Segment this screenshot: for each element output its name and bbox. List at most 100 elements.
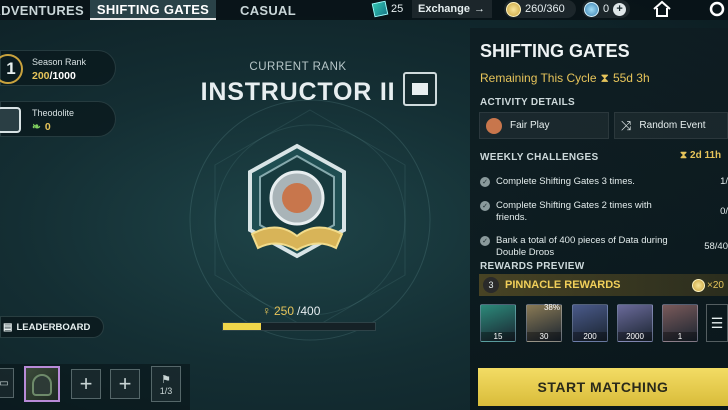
tab-adventures[interactable]: ADVENTURES <box>0 0 88 20</box>
chat-icon[interactable]: ▭ <box>0 368 14 398</box>
rewards-preview-heading: REWARDS PREVIEW <box>480 261 585 272</box>
theodolite-icon <box>0 107 21 133</box>
season-rank-badge: 1 <box>0 54 23 84</box>
leaf-icon: ❧ <box>32 121 41 133</box>
panel-title: SHIFTING GATES <box>480 41 630 61</box>
instructor-rank-emblem <box>248 143 346 259</box>
check-icon: ✓ <box>480 236 490 246</box>
check-icon: ✓ <box>480 201 490 211</box>
theodolite-widget[interactable]: Theodolite ❧ 0 <box>0 101 116 137</box>
coin-icon <box>692 278 706 292</box>
helmet-icon <box>32 374 52 396</box>
rank-progress-max: /400 <box>297 304 321 318</box>
remaining-time: 55d 3h <box>612 71 650 85</box>
challenge-progress: 58/40 <box>704 241 728 252</box>
gem-icon <box>584 1 599 17</box>
season-rank-max: /1000 <box>49 70 76 82</box>
challenge-text: Complete Shifting Gates 3 times. <box>496 176 635 187</box>
gem-count: 0 <box>603 3 610 15</box>
season-rank-progress: 200/1000 <box>32 70 76 82</box>
hourglass-icon: ⧗ <box>680 150 688 161</box>
reward-count: 200 <box>573 332 607 341</box>
exchange-label: Exchange <box>418 3 470 15</box>
challenge-text: Complete Shifting Gates 2 times with fri… <box>496 200 652 223</box>
tab-shifting-gates[interactable]: SHIFTING GATES <box>90 0 216 20</box>
arrow-right-icon: → <box>473 3 485 15</box>
party-size-label: 1/3 <box>159 385 173 396</box>
add-gems-icon[interactable]: + <box>613 2 627 16</box>
coin-icon <box>506 1 521 17</box>
pinnacle-multiplier: ×20 <box>692 278 724 292</box>
card-icon <box>371 0 389 18</box>
pinnacle-rank-badge: 3 <box>483 277 499 293</box>
party-leader-avatar[interactable] <box>24 366 60 402</box>
check-icon: ✓ <box>480 177 490 187</box>
reward-count: 2000 <box>618 332 652 341</box>
theodolite-value: 0 <box>44 121 51 133</box>
weekly-time: 2d 11h <box>690 150 722 161</box>
leaderboard-button[interactable]: ▤ LEADERBOARD <box>0 316 104 338</box>
hourglass-icon: ⧗ <box>600 71 609 85</box>
activity-details-heading: ACTIVITY DETAILS <box>480 97 575 108</box>
exchange-button[interactable]: Exchange → <box>412 0 492 18</box>
rank-progress-bar <box>222 322 376 331</box>
rank-title: INSTRUCTOR II <box>200 78 396 106</box>
theodolite-amount: ❧ 0 <box>32 121 51 133</box>
reward-item[interactable]: 2000 <box>617 304 653 342</box>
challenge-text: Bank a total of 400 pieces of Data durin… <box>496 235 668 255</box>
gem-currency: 0 + <box>582 0 630 18</box>
reward-badge: 38% <box>543 303 560 312</box>
challenge-row: ✓ Complete Shifting Gates 2 times with f… <box>480 200 728 224</box>
home-icon[interactable] <box>652 0 672 18</box>
rank-progress-current: 250 <box>274 304 295 318</box>
tab-casual[interactable]: CASUAL <box>240 0 300 20</box>
reward-count: 1 <box>663 332 697 341</box>
theodolite-label: Theodolite <box>32 108 75 118</box>
challenge-progress: 0/ <box>720 206 728 217</box>
leaderboard-icon: ▤ <box>3 321 13 333</box>
pinnacle-rewards-bar[interactable]: 3 PINNACLE REWARDS ×20 <box>479 274 728 296</box>
leaderboard-label: LEADERBOARD <box>16 321 91 333</box>
card-currency: 25 <box>371 0 404 18</box>
flag-icon: ⚑ <box>161 373 171 386</box>
rank-progress-fill <box>223 323 261 330</box>
coin-count: 260/360 <box>525 3 565 15</box>
settings-gear-icon[interactable] <box>706 0 728 18</box>
reward-item[interactable]: 38% 30 <box>526 303 562 342</box>
more-rewards-icon[interactable]: ☰ <box>706 304 728 342</box>
invite-slot-2-button[interactable]: + <box>110 369 140 399</box>
scales-icon <box>486 117 502 134</box>
shuffle-icon: ⤨ <box>621 117 632 133</box>
remaining-label: Remaining This Cycle <box>480 71 597 85</box>
fair-play-label: Fair Play <box>510 120 550 131</box>
weekly-challenges-heading: WEEKLY CHALLENGES <box>480 152 599 163</box>
reward-item[interactable]: 1 <box>662 304 698 342</box>
rank-progress-text: ♀ 250/400 <box>262 304 320 318</box>
fair-play-tag[interactable]: Fair Play <box>479 112 609 139</box>
remaining-cycle: Remaining This Cycle ⧗ 55d 3h <box>480 71 650 86</box>
pinnacle-label: PINNACLE REWARDS <box>505 279 621 291</box>
party-size-button[interactable]: ⚑ 1/3 <box>151 366 181 402</box>
pinnacle-mult-value: ×20 <box>707 279 724 291</box>
reward-count: 15 <box>481 332 515 341</box>
random-event-label: Random Event <box>639 120 706 131</box>
info-card-icon <box>412 83 428 95</box>
rank-info-button[interactable] <box>403 72 437 106</box>
invite-slot-1-button[interactable]: + <box>71 369 101 399</box>
current-rank-label: CURRENT RANK <box>249 61 347 73</box>
card-count: 25 <box>391 3 404 15</box>
reward-item[interactable]: 200 <box>572 304 608 342</box>
rank-points-icon: ♀ <box>262 304 271 318</box>
challenge-row: ✓ Bank a total of 400 pieces of Data dur… <box>480 235 728 255</box>
season-rank-label: Season Rank <box>32 57 87 67</box>
season-rank-widget[interactable]: 1 Season Rank 200/1000 <box>0 50 116 86</box>
reward-count: 30 <box>527 332 561 341</box>
season-rank-value: 200 <box>32 70 50 82</box>
coin-currency: 260/360 <box>504 0 576 18</box>
weekly-timer: ⧗ 2d 11h <box>680 150 721 161</box>
start-matching-button[interactable]: START MATCHING <box>478 368 728 406</box>
random-event-tag[interactable]: ⤨ Random Event <box>614 112 728 139</box>
challenge-row: ✓ Complete Shifting Gates 3 times. 1/ <box>480 176 728 187</box>
reward-item[interactable]: 15 <box>480 304 516 342</box>
challenge-progress: 1/ <box>720 176 728 187</box>
